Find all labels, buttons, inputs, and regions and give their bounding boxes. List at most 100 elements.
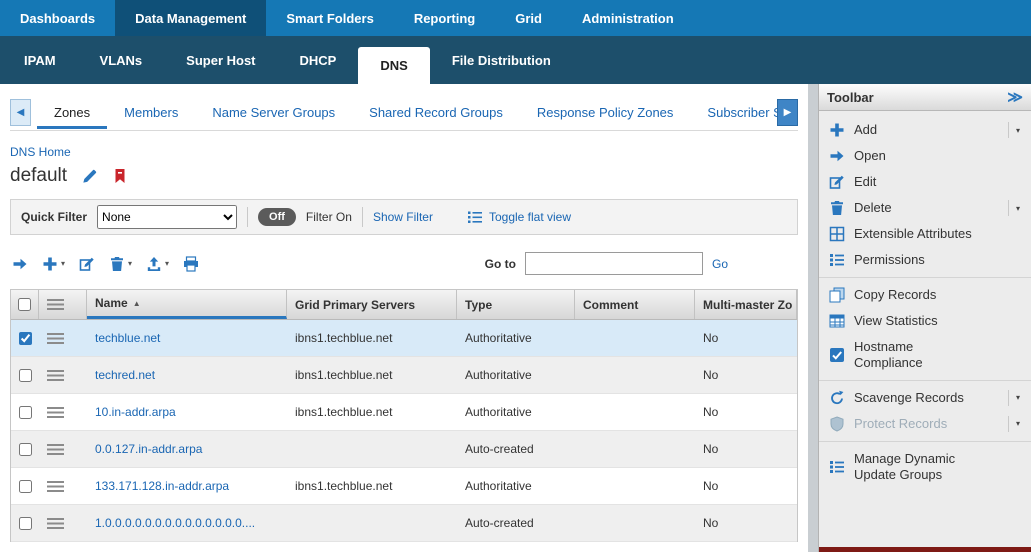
main-content: ◀ Zones Members Name Server Groups Share… — [0, 84, 808, 552]
edit-title-icon[interactable] — [81, 168, 98, 185]
top-nav-item-dashboards[interactable]: Dashboards — [0, 0, 115, 36]
column-header-name[interactable]: Name▲ — [87, 290, 287, 319]
caret-down-icon: ▾ — [61, 259, 65, 268]
table-row[interactable]: 133.171.128.in-addr.arpa ibns1.techblue.… — [11, 468, 797, 505]
goto-input[interactable] — [525, 252, 703, 275]
edit-button[interactable] — [79, 256, 95, 272]
comment-cell — [575, 394, 695, 430]
toolbar-item-edit[interactable]: Edit — [819, 169, 1031, 195]
dropdown-caret-icon[interactable]: ▾ — [1008, 122, 1025, 138]
go-link[interactable]: Go — [712, 257, 728, 271]
multi-master-cell: No — [695, 320, 797, 356]
open-button[interactable] — [12, 256, 28, 272]
divider — [247, 207, 248, 227]
zone-name-link[interactable]: techblue.net — [95, 331, 160, 345]
toolbar-item-label: Extensible Attributes — [854, 226, 976, 242]
column-header-comment[interactable]: Comment — [575, 290, 695, 319]
print-button[interactable] — [183, 256, 199, 272]
toolbar-item-open[interactable]: Open — [819, 143, 1031, 169]
toolbar-item-add[interactable]: Add ▾ — [819, 117, 1031, 143]
table-row[interactable]: 1.0.0.0.0.0.0.0.0.0.0.0.0.0.0.... Auto-c… — [11, 505, 797, 542]
tab-scroll-left-icon[interactable]: ◀ — [10, 99, 31, 126]
top-nav-item-grid[interactable]: Grid — [495, 0, 562, 36]
type-cell: Auto-created — [457, 505, 575, 541]
drag-handle-icon[interactable] — [47, 481, 64, 492]
tab-name-server-groups[interactable]: Name Server Groups — [195, 96, 352, 129]
table-row[interactable]: techred.net ibns1.techblue.net Authorita… — [11, 357, 797, 394]
column-header-grid-primary-servers[interactable]: Grid Primary Servers — [287, 290, 457, 319]
column-header-type[interactable]: Type — [457, 290, 575, 319]
export-icon — [146, 256, 162, 272]
toolbar-item-label: Delete — [854, 200, 976, 216]
delete-icon — [109, 256, 125, 272]
drag-handle-icon[interactable] — [47, 370, 64, 381]
column-header-multi-master[interactable]: Multi-master Zo — [695, 290, 797, 319]
drag-handle-icon[interactable] — [47, 518, 64, 529]
grid-primary-cell: ibns1.techblue.net — [287, 357, 457, 393]
drag-handle-icon[interactable] — [47, 299, 64, 310]
sub-nav-item-file-distribution[interactable]: File Distribution — [430, 36, 573, 84]
table-row[interactable]: 10.in-addr.arpa ibns1.techblue.net Autho… — [11, 394, 797, 431]
sub-nav-item-super-host[interactable]: Super Host — [164, 36, 277, 84]
tab-members[interactable]: Members — [107, 96, 195, 129]
row-checkbox[interactable] — [19, 406, 32, 419]
drag-handle-icon[interactable] — [47, 444, 64, 455]
table-row[interactable]: techblue.net ibns1.techblue.net Authorit… — [11, 320, 797, 357]
show-filter-link[interactable]: Show Filter — [373, 210, 433, 224]
add-button[interactable]: ▾ — [42, 256, 65, 272]
zone-name-link[interactable]: 1.0.0.0.0.0.0.0.0.0.0.0.0.0.0.... — [95, 516, 255, 530]
row-checkbox[interactable] — [19, 480, 32, 493]
toolbar-item-manage-dynamic-update-groups[interactable]: Manage Dynamic Update Groups — [819, 446, 1031, 488]
sub-nav-item-ipam[interactable]: IPAM — [2, 36, 78, 84]
top-nav-item-reporting[interactable]: Reporting — [394, 0, 495, 36]
zone-name-link[interactable]: 10.in-addr.arpa — [95, 405, 176, 419]
dropdown-caret-icon[interactable]: ▾ — [1008, 390, 1025, 406]
toolbar-item-scavenge-records[interactable]: Scavenge Records ▾ — [819, 385, 1031, 411]
sub-nav-item-dns[interactable]: DNS — [358, 47, 429, 84]
toolbar-item-copy-records[interactable]: Copy Records — [819, 282, 1031, 308]
goto-label: Go to — [485, 257, 516, 271]
top-nav-item-administration[interactable]: Administration — [562, 0, 694, 36]
row-checkbox[interactable] — [19, 517, 32, 530]
type-cell: Authoritative — [457, 357, 575, 393]
select-all-checkbox[interactable] — [18, 298, 31, 311]
collapse-panel-icon[interactable]: ≫ — [1007, 88, 1023, 106]
toolbar-item-delete[interactable]: Delete ▾ — [819, 195, 1031, 221]
comment-cell — [575, 468, 695, 504]
export-button[interactable]: ▾ — [146, 256, 169, 272]
zone-name-link[interactable]: 0.0.127.in-addr.arpa — [95, 442, 202, 456]
toolbar-item-permissions[interactable]: Permissions — [819, 247, 1031, 273]
zone-name-link[interactable]: techred.net — [95, 368, 155, 382]
row-checkbox[interactable] — [19, 332, 32, 345]
delete-button[interactable]: ▾ — [109, 256, 132, 272]
toolbar-item-view-statistics[interactable]: View Statistics — [819, 308, 1031, 334]
dns-home-link[interactable]: DNS Home — [10, 145, 71, 159]
sub-nav-item-dhcp[interactable]: DHCP — [278, 36, 359, 84]
toolbar-item-label: Manage Dynamic Update Groups — [854, 451, 976, 483]
filter-toggle-button[interactable]: Off — [258, 208, 296, 226]
top-nav-item-data-management[interactable]: Data Management — [115, 0, 266, 36]
type-cell: Auto-created — [457, 431, 575, 467]
row-checkbox[interactable] — [19, 443, 32, 456]
row-checkbox[interactable] — [19, 369, 32, 382]
type-cell: Authoritative — [457, 468, 575, 504]
toolbar-panel-header: Toolbar ≫ — [819, 84, 1031, 111]
toolbar-item-extensible-attributes[interactable]: Extensible Attributes — [819, 221, 1031, 247]
bookmark-flag-icon[interactable] — [112, 168, 128, 184]
view-statistics-icon — [829, 313, 845, 329]
zone-name-link[interactable]: 133.171.128.in-addr.arpa — [95, 479, 229, 493]
dropdown-caret-icon[interactable]: ▾ — [1008, 200, 1025, 216]
sub-nav-item-vlans[interactable]: VLANs — [78, 36, 165, 84]
toolbar-item-hostname-compliance[interactable]: Hostname Compliance — [819, 334, 1031, 376]
quick-filter-select[interactable]: None — [97, 205, 237, 229]
drag-handle-icon[interactable] — [47, 333, 64, 344]
comment-cell — [575, 357, 695, 393]
table-row[interactable]: 0.0.127.in-addr.arpa Auto-created No — [11, 431, 797, 468]
toggle-flat-view[interactable]: Toggle flat view — [467, 209, 571, 225]
top-nav-item-smart-folders[interactable]: Smart Folders — [266, 0, 393, 36]
tab-zones[interactable]: Zones — [37, 96, 107, 129]
tab-scroll-right-icon[interactable]: ▶ — [777, 99, 798, 126]
tab-shared-record-groups[interactable]: Shared Record Groups — [352, 96, 520, 129]
drag-handle-icon[interactable] — [47, 407, 64, 418]
tab-response-policy-zones[interactable]: Response Policy Zones — [520, 96, 691, 129]
